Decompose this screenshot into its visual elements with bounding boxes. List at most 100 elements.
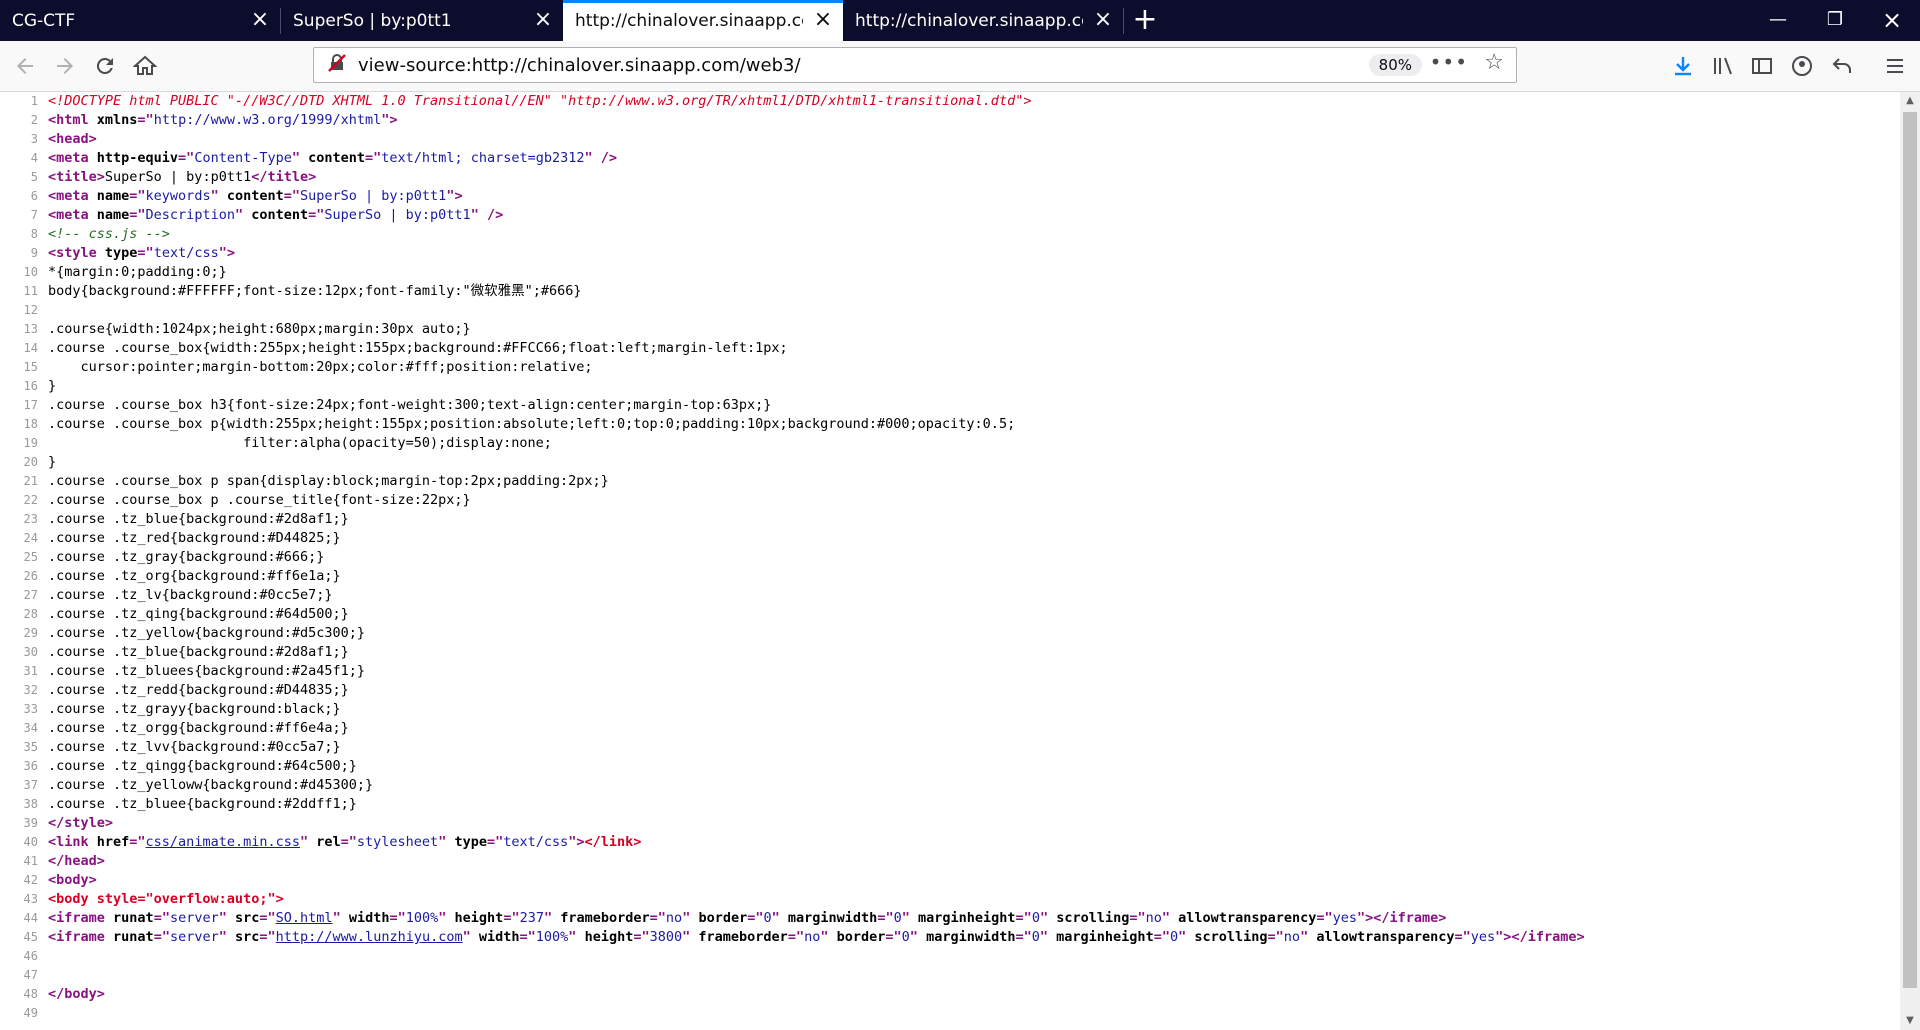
tag-iframe-close: </iframe> <box>1511 929 1585 945</box>
link-animate-css[interactable]: css/animate.min.css <box>146 834 300 850</box>
menu-button[interactable] <box>1878 49 1912 83</box>
doctype-declaration: <!DOCTYPE html PUBLIC "-//W3C//DTD XHTML… <box>48 93 1032 109</box>
account-button[interactable] <box>1785 49 1819 83</box>
css-rule: .course .tz_blue{background:#2d8af1;} <box>48 644 349 660</box>
val: Content-Type <box>194 150 292 166</box>
sidebar-button[interactable] <box>1745 49 1779 83</box>
close-icon[interactable]: × <box>250 9 270 31</box>
css-rule: .course .course_box p{width:255px;height… <box>48 416 1016 432</box>
line-number: 12 <box>23 303 38 317</box>
tag-meta: <meta <box>48 188 89 204</box>
tab-cg-ctf[interactable]: CG-CTF × <box>0 0 280 41</box>
line-number: 47 <box>23 968 38 982</box>
source-line-4: <meta http-equiv="Content-Type" content=… <box>0 149 1900 168</box>
source-line-32: .course .tz_redd{background:#D44835;} <box>0 681 1900 700</box>
attr: href <box>88 834 130 850</box>
close-window-button[interactable]: × <box>1864 0 1920 41</box>
punct: " <box>291 150 300 166</box>
error-tag: </link> <box>584 834 642 850</box>
page-actions-icon[interactable]: ••• <box>1430 50 1468 74</box>
source-line-34: .course .tz_orgg{background:#ff6e4a;} <box>0 719 1900 738</box>
home-button[interactable] <box>128 49 162 83</box>
close-icon[interactable]: × <box>533 9 553 31</box>
title-text: SuperSo | by:p0tt1 <box>104 169 252 185</box>
source-line-22: .course .course_box p .course_title{font… <box>0 491 1900 510</box>
tag-body: <body> <box>48 872 97 888</box>
back-button[interactable] <box>8 49 42 83</box>
css-rule: .course .tz_yellow{background:#d5c300;} <box>48 625 365 641</box>
line-number: 49 <box>23 1006 38 1020</box>
restore-button[interactable]: ❐ <box>1807 0 1863 41</box>
scroll-up-arrow-icon[interactable]: ▲ <box>1900 92 1920 110</box>
line-number-row: 12 <box>0 301 1900 320</box>
forward-button[interactable] <box>48 49 82 83</box>
source-line-41: </head> <box>0 852 1900 871</box>
attr: name <box>88 188 130 204</box>
undo-arrow-icon <box>1832 58 1851 73</box>
reload-icon <box>96 57 113 74</box>
link-so-html[interactable]: SO.html <box>276 910 333 926</box>
val: no <box>665 910 683 926</box>
download-arrow-icon <box>1675 57 1691 76</box>
link-lunzhiyu[interactable]: http://www.lunzhiyu.com <box>276 929 463 945</box>
punct: =" <box>283 188 301 204</box>
tab-separator <box>1123 8 1124 34</box>
tag-meta: <meta <box>48 150 89 166</box>
attr: runat <box>104 929 154 945</box>
punct: =" <box>308 207 325 223</box>
downloads-button[interactable] <box>1666 49 1700 83</box>
library-button[interactable] <box>1706 49 1740 83</box>
zoom-level-badge[interactable]: 80% <box>1368 54 1422 76</box>
css-rule: .course .tz_org{background:#ff6e1a;} <box>48 568 341 584</box>
attr: frameborder <box>690 929 788 945</box>
library-icon <box>1714 57 1732 75</box>
line-number-row: 46 <box>0 947 1900 966</box>
attr: type <box>446 834 487 850</box>
source-line-5: <title>SuperSo | by:p0tt1</title> <box>0 168 1900 187</box>
tab-view-source-active[interactable]: http://chinalover.sinaapp.com/w × <box>563 0 843 41</box>
source-line-15: cursor:pointer;margin-bottom:20px;color:… <box>0 358 1900 377</box>
sidebar-icon <box>1752 58 1772 74</box>
tab-superso[interactable]: SuperSo | by:p0tt1 × <box>281 0 563 41</box>
punct: =" <box>1129 910 1146 926</box>
punct: =" <box>486 834 504 850</box>
new-tab-button[interactable]: + <box>1125 4 1165 38</box>
bookmark-star-icon[interactable]: ☆ <box>1484 50 1504 75</box>
punct: =" <box>129 207 146 223</box>
tag-title-open: <title> <box>48 169 105 185</box>
css-rule: .course .tz_bluee{background:#2ddff1;} <box>48 796 357 812</box>
tab-chinalover[interactable]: http://chinalover.sinaapp.com/w × <box>843 0 1123 41</box>
css-rule: .course .tz_lvv{background:#0cc5a7;} <box>48 739 341 755</box>
tab-label: http://chinalover.sinaapp.com/w <box>575 10 803 31</box>
attr: runat <box>104 910 154 926</box>
css-rule: body{background:#FFFFFF;font-size:12px;f… <box>48 283 582 299</box>
url-text[interactable]: view-source:http://chinalover.sinaapp.co… <box>358 55 801 76</box>
punct: " <box>299 834 309 850</box>
close-icon[interactable]: × <box>813 9 833 31</box>
close-icon[interactable]: × <box>1093 9 1113 31</box>
source-line-21: .course .course_box p span{display:block… <box>0 472 1900 491</box>
source-line-33: .course .tz_grayy{background:black;} <box>0 700 1900 719</box>
source-line-36: .course .tz_qingg{background:#64c500;} <box>0 757 1900 776</box>
punct: "> <box>1357 910 1374 926</box>
reload-button[interactable] <box>88 49 122 83</box>
css-rule: .course .tz_bluees{background:#2a45f1;} <box>48 663 365 679</box>
scroll-down-arrow-icon[interactable]: ▼ <box>1900 1012 1920 1030</box>
source-line-2: <html xmlns="http://www.w3.org/1999/xhtm… <box>0 111 1900 130</box>
css-rule: .course .tz_grayy{background:black;} <box>48 701 341 717</box>
source-line-23: .course .tz_blue{background:#2d8af1;} <box>0 510 1900 529</box>
source-line-6: <meta name="keywords" content="SuperSo |… <box>0 187 1900 206</box>
vertical-scrollbar[interactable]: ▲ ▼ <box>1900 92 1920 1030</box>
punct: " <box>1161 910 1171 926</box>
val: 0 <box>1169 929 1179 945</box>
minimize-button[interactable]: — <box>1750 0 1806 41</box>
punct: =" <box>1267 929 1284 945</box>
punct: =" <box>178 150 195 166</box>
attr: width <box>340 910 390 926</box>
undo-close-button[interactable] <box>1825 49 1859 83</box>
insecure-lock-icon[interactable] <box>322 53 352 77</box>
scrollbar-thumb[interactable] <box>1903 112 1917 988</box>
val: 237 <box>519 910 544 926</box>
source-line-10: *{margin:0;padding:0;} <box>0 263 1900 282</box>
url-bar[interactable]: view-source:http://chinalover.sinaapp.co… <box>313 47 1517 83</box>
